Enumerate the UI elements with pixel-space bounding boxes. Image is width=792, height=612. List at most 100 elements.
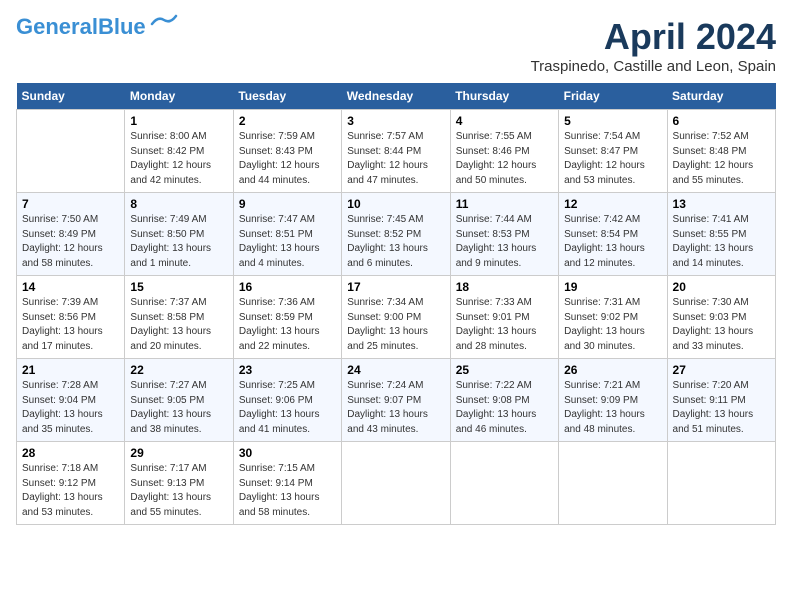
logo-blue: Blue: [98, 14, 146, 39]
day-info: Sunrise: 7:34 AM Sunset: 9:00 PM Dayligh…: [347, 296, 444, 354]
week-row-1: 7Sunrise: 7:50 AM Sunset: 8:49 PM Daylig…: [17, 193, 776, 276]
calendar-cell: 3Sunrise: 7:57 AM Sunset: 8:44 PM Daylig…: [342, 110, 450, 193]
calendar-cell: [559, 442, 667, 525]
day-number: 14: [22, 280, 119, 294]
calendar-cell: 4Sunrise: 7:55 AM Sunset: 8:46 PM Daylig…: [450, 110, 558, 193]
day-info: Sunrise: 7:44 AM Sunset: 8:53 PM Dayligh…: [456, 213, 553, 271]
day-info: Sunrise: 7:49 AM Sunset: 8:50 PM Dayligh…: [130, 213, 227, 271]
day-number: 18: [456, 280, 553, 294]
calendar-cell: 11 Sunrise: 7:44 AM Sunset: 8:53 PM Dayli…: [450, 193, 558, 276]
calendar-cell: 8 Sunrise: 7:49 AM Sunset: 8:50 PM Daylig…: [125, 193, 233, 276]
calendar-cell: 13 Sunrise: 7:41 AM Sunset: 8:55 PM Dayli…: [667, 193, 775, 276]
title-block: April 2024 Traspinedo, Castille and Leon…: [531, 16, 776, 75]
header-row: SundayMondayTuesdayWednesdayThursdayFrid…: [17, 83, 776, 110]
day-number: 19: [564, 280, 661, 294]
day-number: 22: [130, 363, 227, 377]
day-info: Sunrise: 7:27 AM Sunset: 9:05 PM Dayligh…: [130, 379, 227, 437]
day-number: 30: [239, 446, 336, 460]
header-cell-friday: Friday: [559, 83, 667, 110]
day-number: 20: [673, 280, 770, 294]
day-info: Sunrise: 7:22 AM Sunset: 9:08 PM Dayligh…: [456, 379, 553, 437]
day-number: 25: [456, 363, 553, 377]
calendar-cell: 16 Sunrise: 7:36 AM Sunset: 8:59 PM Dayli…: [233, 276, 341, 359]
week-row-3: 21Sunrise: 7:28 AM Sunset: 9:04 PM Dayli…: [17, 359, 776, 442]
calendar-cell: 1 Sunrise: 8:00 AM Sunset: 8:42 PM Daylig…: [125, 110, 233, 193]
day-number: 11: [456, 197, 553, 211]
day-info: Sunrise: 7:39 AM Sunset: 8:56 PM Dayligh…: [22, 296, 119, 354]
week-row-4: 28Sunrise: 7:18 AM Sunset: 9:12 PM Dayli…: [17, 442, 776, 525]
calendar-cell: [450, 442, 558, 525]
calendar-cell: [17, 110, 125, 193]
calendar-cell: [667, 442, 775, 525]
header-cell-saturday: Saturday: [667, 83, 775, 110]
logo-general: General: [16, 14, 98, 39]
calendar-cell: 7Sunrise: 7:50 AM Sunset: 8:49 PM Daylig…: [17, 193, 125, 276]
calendar-cell: 21Sunrise: 7:28 AM Sunset: 9:04 PM Dayli…: [17, 359, 125, 442]
logo: GeneralBlue: [16, 16, 178, 38]
day-number: 24: [347, 363, 444, 377]
header-cell-thursday: Thursday: [450, 83, 558, 110]
day-info: Sunrise: 7:47 AM Sunset: 8:51 PM Dayligh…: [239, 213, 336, 271]
calendar-cell: 15Sunrise: 7:37 AM Sunset: 8:58 PM Dayli…: [125, 276, 233, 359]
calendar-cell: 24 Sunrise: 7:24 AM Sunset: 9:07 PM Dayli…: [342, 359, 450, 442]
day-info: Sunrise: 7:42 AM Sunset: 8:54 PM Dayligh…: [564, 213, 661, 271]
calendar-body: 1 Sunrise: 8:00 AM Sunset: 8:42 PM Daylig…: [17, 110, 776, 525]
week-row-2: 14 Sunrise: 7:39 AM Sunset: 8:56 PM Dayli…: [17, 276, 776, 359]
day-info: Sunrise: 7:41 AM Sunset: 8:55 PM Dayligh…: [673, 213, 770, 271]
day-info: Sunrise: 7:52 AM Sunset: 8:48 PM Dayligh…: [673, 130, 770, 188]
day-info: Sunrise: 7:31 AM Sunset: 9:02 PM Dayligh…: [564, 296, 661, 354]
day-info: Sunrise: 7:54 AM Sunset: 8:47 PM Dayligh…: [564, 130, 661, 188]
day-info: Sunrise: 7:59 AM Sunset: 8:43 PM Dayligh…: [239, 130, 336, 188]
day-number: 29: [130, 446, 227, 460]
day-number: 16: [239, 280, 336, 294]
calendar-cell: 17 Sunrise: 7:34 AM Sunset: 9:00 PM Dayli…: [342, 276, 450, 359]
day-number: 5: [564, 114, 661, 128]
calendar-cell: 27Sunrise: 7:20 AM Sunset: 9:11 PM Dayli…: [667, 359, 775, 442]
day-number: 13: [673, 197, 770, 211]
day-number: 3: [347, 114, 444, 128]
day-info: Sunrise: 7:17 AM Sunset: 9:13 PM Dayligh…: [130, 462, 227, 520]
day-info: Sunrise: 8:00 AM Sunset: 8:42 PM Dayligh…: [130, 130, 227, 188]
day-info: Sunrise: 7:28 AM Sunset: 9:04 PM Dayligh…: [22, 379, 119, 437]
calendar-cell: 14 Sunrise: 7:39 AM Sunset: 8:56 PM Dayli…: [17, 276, 125, 359]
day-number: 10: [347, 197, 444, 211]
header-cell-tuesday: Tuesday: [233, 83, 341, 110]
header: GeneralBlue April 2024 Traspinedo, Casti…: [16, 16, 776, 75]
day-number: 2: [239, 114, 336, 128]
day-number: 4: [456, 114, 553, 128]
day-number: 1: [130, 114, 227, 128]
calendar-table: SundayMondayTuesdayWednesdayThursdayFrid…: [16, 83, 776, 525]
day-info: Sunrise: 7:37 AM Sunset: 8:58 PM Dayligh…: [130, 296, 227, 354]
day-info: Sunrise: 7:15 AM Sunset: 9:14 PM Dayligh…: [239, 462, 336, 520]
calendar-cell: 10Sunrise: 7:45 AM Sunset: 8:52 PM Dayli…: [342, 193, 450, 276]
day-info: Sunrise: 7:33 AM Sunset: 9:01 PM Dayligh…: [456, 296, 553, 354]
day-number: 12: [564, 197, 661, 211]
header-cell-wednesday: Wednesday: [342, 83, 450, 110]
calendar-cell: [342, 442, 450, 525]
day-info: Sunrise: 7:21 AM Sunset: 9:09 PM Dayligh…: [564, 379, 661, 437]
header-cell-monday: Monday: [125, 83, 233, 110]
day-number: 8: [130, 197, 227, 211]
calendar-cell: 26 Sunrise: 7:21 AM Sunset: 9:09 PM Dayli…: [559, 359, 667, 442]
day-number: 9: [239, 197, 336, 211]
day-info: Sunrise: 7:36 AM Sunset: 8:59 PM Dayligh…: [239, 296, 336, 354]
day-info: Sunrise: 7:20 AM Sunset: 9:11 PM Dayligh…: [673, 379, 770, 437]
calendar-cell: 25 Sunrise: 7:22 AM Sunset: 9:08 PM Dayli…: [450, 359, 558, 442]
day-number: 26: [564, 363, 661, 377]
calendar-cell: 6Sunrise: 7:52 AM Sunset: 8:48 PM Daylig…: [667, 110, 775, 193]
day-number: 23: [239, 363, 336, 377]
calendar-cell: 29 Sunrise: 7:17 AM Sunset: 9:13 PM Dayli…: [125, 442, 233, 525]
month-title: April 2024: [531, 16, 776, 58]
day-number: 17: [347, 280, 444, 294]
calendar-cell: 2 Sunrise: 7:59 AM Sunset: 8:43 PM Daylig…: [233, 110, 341, 193]
header-cell-sunday: Sunday: [17, 83, 125, 110]
logo-bird-icon: [150, 14, 178, 32]
day-number: 7: [22, 197, 119, 211]
day-info: Sunrise: 7:24 AM Sunset: 9:07 PM Dayligh…: [347, 379, 444, 437]
calendar-cell: 12 Sunrise: 7:42 AM Sunset: 8:54 PM Dayli…: [559, 193, 667, 276]
calendar-cell: 19 Sunrise: 7:31 AM Sunset: 9:02 PM Dayli…: [559, 276, 667, 359]
calendar-cell: 28Sunrise: 7:18 AM Sunset: 9:12 PM Dayli…: [17, 442, 125, 525]
day-number: 28: [22, 446, 119, 460]
calendar-cell: 9 Sunrise: 7:47 AM Sunset: 8:51 PM Daylig…: [233, 193, 341, 276]
calendar-header: SundayMondayTuesdayWednesdayThursdayFrid…: [17, 83, 776, 110]
